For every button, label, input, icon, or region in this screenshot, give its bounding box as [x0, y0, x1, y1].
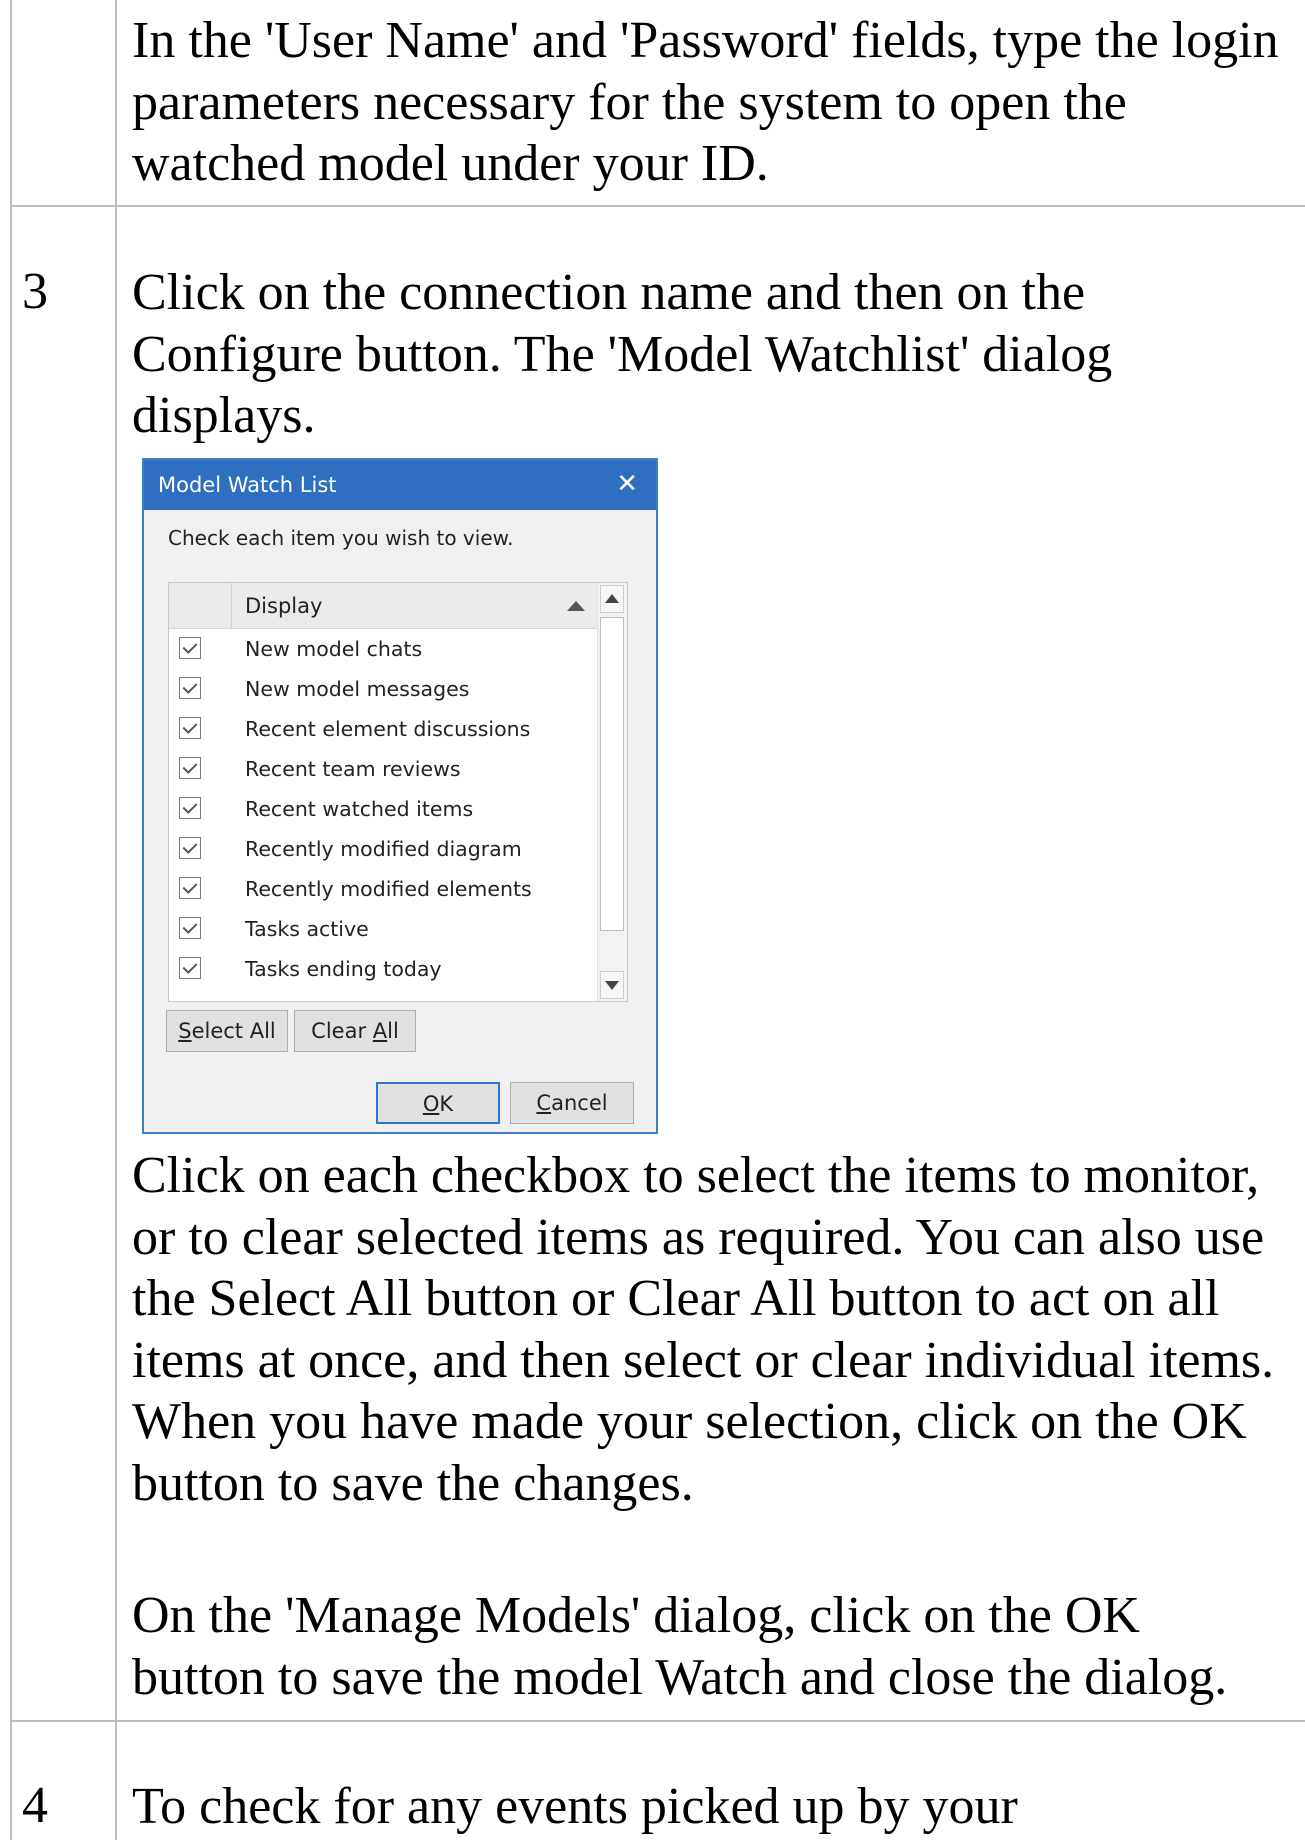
list-item[interactable]: Recent watched items: [169, 789, 597, 829]
list-item[interactable]: Tasks ending today: [169, 949, 597, 989]
checkbox-checked-icon[interactable]: [179, 877, 201, 899]
step-number: 4: [22, 1777, 48, 1834]
step-followup-text: On the 'Manage Models' dialog, click on …: [132, 1587, 1228, 1706]
list-item-label: New model chats: [245, 637, 423, 661]
select-all-mnemonic: S: [178, 1019, 192, 1043]
scroll-down-arrow-icon[interactable]: [600, 971, 624, 999]
step-text: In the 'User Name' and 'Password' fields…: [132, 12, 1279, 192]
vertical-scrollbar[interactable]: [597, 583, 627, 1001]
dialog-title-bar: Model Watch List: [144, 460, 656, 510]
cancel-mnemonic: C: [536, 1091, 552, 1115]
checkbox-checked-icon[interactable]: [179, 757, 201, 779]
list-item-label: Recently modified elements: [245, 877, 532, 901]
clear-all-button[interactable]: Clear All: [294, 1010, 416, 1052]
dialog-prompt: Check each item you wish to view.: [168, 526, 514, 550]
dialog-title: Model Watch List: [158, 473, 337, 497]
checkbox-checked-icon[interactable]: [179, 957, 201, 979]
list-item-label: Recent element discussions: [245, 717, 531, 741]
list-rows: New model chats New model messages Recen…: [169, 629, 597, 1001]
checkbox-checked-icon[interactable]: [179, 677, 201, 699]
cancel-label: ancel: [551, 1091, 608, 1115]
list-header[interactable]: Display: [169, 583, 597, 629]
checkbox-checked-icon[interactable]: [179, 717, 201, 739]
list-item[interactable]: New model messages: [169, 669, 597, 709]
select-all-label: elect All: [191, 1019, 276, 1043]
sort-ascending-icon: [567, 601, 585, 611]
row-divider: [10, 1720, 1305, 1722]
list-item-label: Recent team reviews: [245, 757, 461, 781]
list-item[interactable]: Recently modified diagram: [169, 829, 597, 869]
ok-label: K: [439, 1092, 454, 1116]
row-divider: [10, 205, 1305, 207]
list-item-label: Recently modified diagram: [245, 837, 522, 861]
watch-item-list[interactable]: Display New model chats New model messag…: [168, 582, 628, 1002]
select-all-button[interactable]: Select All: [166, 1010, 288, 1052]
header-separator: [231, 583, 232, 628]
list-item[interactable]: New model chats: [169, 629, 597, 669]
step-number: 3: [22, 263, 48, 320]
list-item[interactable]: Recent team reviews: [169, 749, 597, 789]
ok-mnemonic: O: [422, 1092, 440, 1116]
list-item[interactable]: Tasks active: [169, 909, 597, 949]
close-icon[interactable]: ✕: [616, 460, 638, 508]
list-item-label: Tasks ending today: [245, 957, 442, 981]
step-text: Click on the connection name and then on…: [132, 264, 1113, 444]
step-followup-text: Click on each checkbox to select the ite…: [132, 1147, 1275, 1512]
column-header-display[interactable]: Display: [245, 594, 322, 618]
list-item[interactable]: Recent element discussions: [169, 709, 597, 749]
list-item-label: Recent watched items: [245, 797, 474, 821]
table-left-border: [10, 0, 12, 1840]
step-text: To check for any events picked up by you…: [132, 1778, 1018, 1835]
ok-button[interactable]: OK: [376, 1082, 500, 1124]
clear-all-mnemonic: A: [372, 1019, 388, 1043]
checkbox-checked-icon[interactable]: [179, 637, 201, 659]
checkbox-checked-icon[interactable]: [179, 797, 201, 819]
list-item-label: Tasks active: [245, 917, 369, 941]
list-item-label: New model messages: [245, 677, 470, 701]
checkbox-checked-icon[interactable]: [179, 837, 201, 859]
number-column-divider: [115, 0, 117, 1840]
cancel-button[interactable]: Cancel: [510, 1082, 634, 1124]
model-watch-list-dialog: Model Watch List ✕ Check each item you w…: [142, 458, 658, 1134]
clear-all-label-start: Clear: [311, 1019, 373, 1043]
scrollbar-thumb[interactable]: [600, 617, 624, 931]
clear-all-label-end: ll: [387, 1019, 399, 1043]
list-item[interactable]: Recently modified elements: [169, 869, 597, 909]
scroll-up-arrow-icon[interactable]: [600, 585, 624, 613]
checkbox-checked-icon[interactable]: [179, 917, 201, 939]
